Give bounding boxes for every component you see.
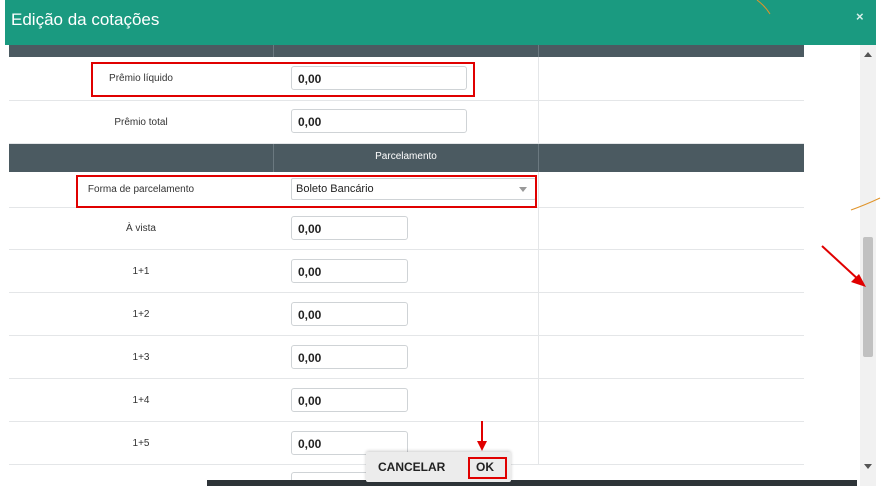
red-arrow-icon	[477, 421, 487, 451]
orange-line-icon	[850, 197, 881, 211]
red-arrow-icon	[821, 245, 866, 287]
orange-line-icon	[756, 0, 771, 15]
annotation-overlay	[477, 0, 881, 451]
